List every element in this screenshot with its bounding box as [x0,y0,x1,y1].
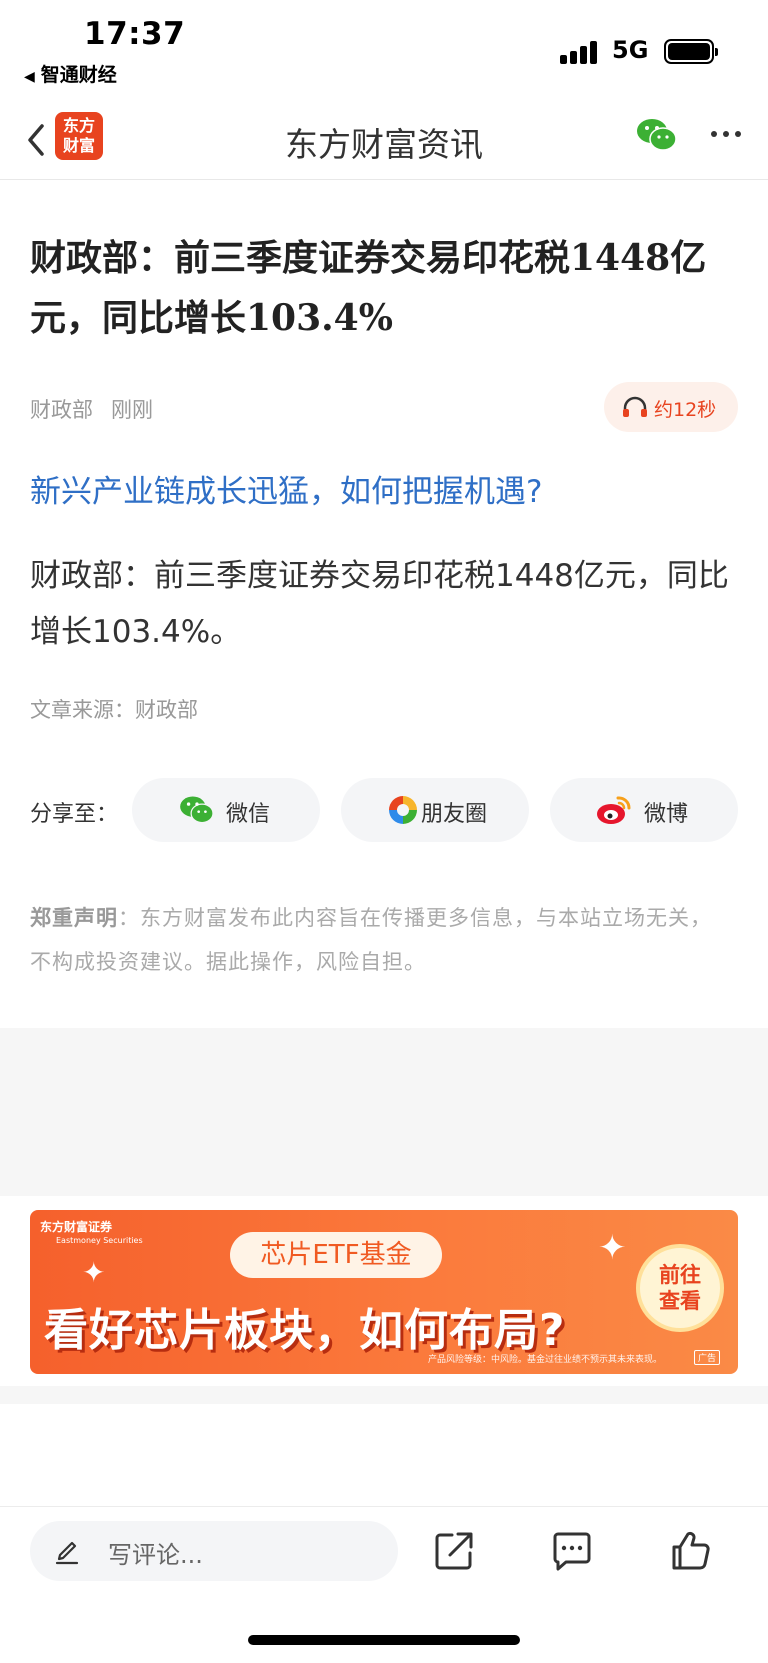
article-author[interactable]: 财政部 [30,398,93,422]
disclaimer-text: ：东方财富发布此内容旨在传播更多信息，与本站立场无关，不构成投资建议。据此操作，… [30,906,712,974]
share-weibo-button[interactable]: 微博 [550,778,738,842]
share-wechat-button[interactable]: 微信 [132,778,320,842]
pencil-icon [55,1541,79,1565]
comments-icon[interactable] [550,1529,594,1573]
ad-product-pill: 芯片ETF基金 [230,1232,442,1278]
ad-headline: 看好芯片板块，如何布局? [44,1305,566,1356]
disclaimer: 郑重声明：东方财富发布此内容旨在传播更多信息，与本站立场无关，不构成投资建议。据… [30,896,730,984]
article-source: 文章来源：财政部 [30,698,198,722]
network-type: 5G [612,36,649,64]
thumbs-up-icon[interactable] [668,1529,712,1573]
ad-banner[interactable]: 东方财富证券 Eastmoney Securities ✦ ✦ 芯片ETF基金 看… [30,1210,738,1374]
ad-cta-button[interactable]: 前往 查看 [636,1244,724,1332]
sparkle-icon: ✦ [82,1256,106,1289]
back-to-app-link[interactable]: ◀ 智通财经 [24,60,117,87]
battery-icon [664,39,718,64]
ad-brand-en: Eastmoney Securities [56,1236,143,1245]
promo-link[interactable]: 新兴产业链成长迅猛，如何把握机遇? [30,466,542,511]
ad-cta-line1: 前往 [659,1263,701,1287]
article-meta: 财政部 刚刚 [30,394,153,424]
share-moments-button[interactable]: 朋友圈 [341,778,529,842]
listen-audio-button[interactable]: 约12秒 [604,382,738,432]
wechat-icon [180,796,214,824]
share-wechat-label: 微信 [226,802,271,827]
comment-input[interactable]: 写评论... [30,1521,398,1581]
status-time: 17:37 [84,16,186,52]
navigation-bar: 东方 财富 东方财富资讯 [0,100,768,180]
back-app-label: 智通财经 [40,64,117,86]
article-headline: 财政部：前三季度证券交易印花税1448亿元，同比增长103.4% [30,237,707,339]
headphones-icon [623,396,647,417]
article-body: 财政部：前三季度证券交易印花税1448亿元，同比增长103.4%。 [30,558,729,650]
cellular-signal-icon [560,40,600,64]
share-weibo-label: 微博 [644,802,689,827]
section-divider [0,1028,768,1196]
more-options-icon[interactable] [708,124,744,144]
ad-tag: 广告 [694,1350,721,1365]
article-time: 刚刚 [111,398,153,422]
ad-brand-name: 东方财富证券 [40,1220,113,1234]
share-icon[interactable] [432,1529,476,1573]
status-bar: 17:37 ◀ 智通财经 5G [0,0,768,100]
share-label: 分享至： [30,802,119,827]
section-divider [0,1386,768,1404]
audio-duration: 约12秒 [654,399,717,421]
wechat-share-icon[interactable] [636,116,678,154]
ad-brand: 东方财富证券 Eastmoney Securities [40,1218,143,1245]
disclaimer-title: 郑重声明 [30,906,118,930]
back-triangle-icon: ◀ [24,69,35,85]
comment-placeholder: 写评论... [108,1541,203,1569]
sparkle-icon: ✦ [598,1228,627,1268]
ad-cta-line2: 查看 [659,1289,701,1313]
weibo-icon [597,796,631,824]
ad-risk-note: 产品风险等级：中风险。基金过往业绩不预示其未来表现。 [428,1355,663,1365]
home-indicator[interactable] [248,1635,520,1645]
share-moments-label: 朋友圈 [421,802,488,827]
moments-icon [389,796,417,824]
